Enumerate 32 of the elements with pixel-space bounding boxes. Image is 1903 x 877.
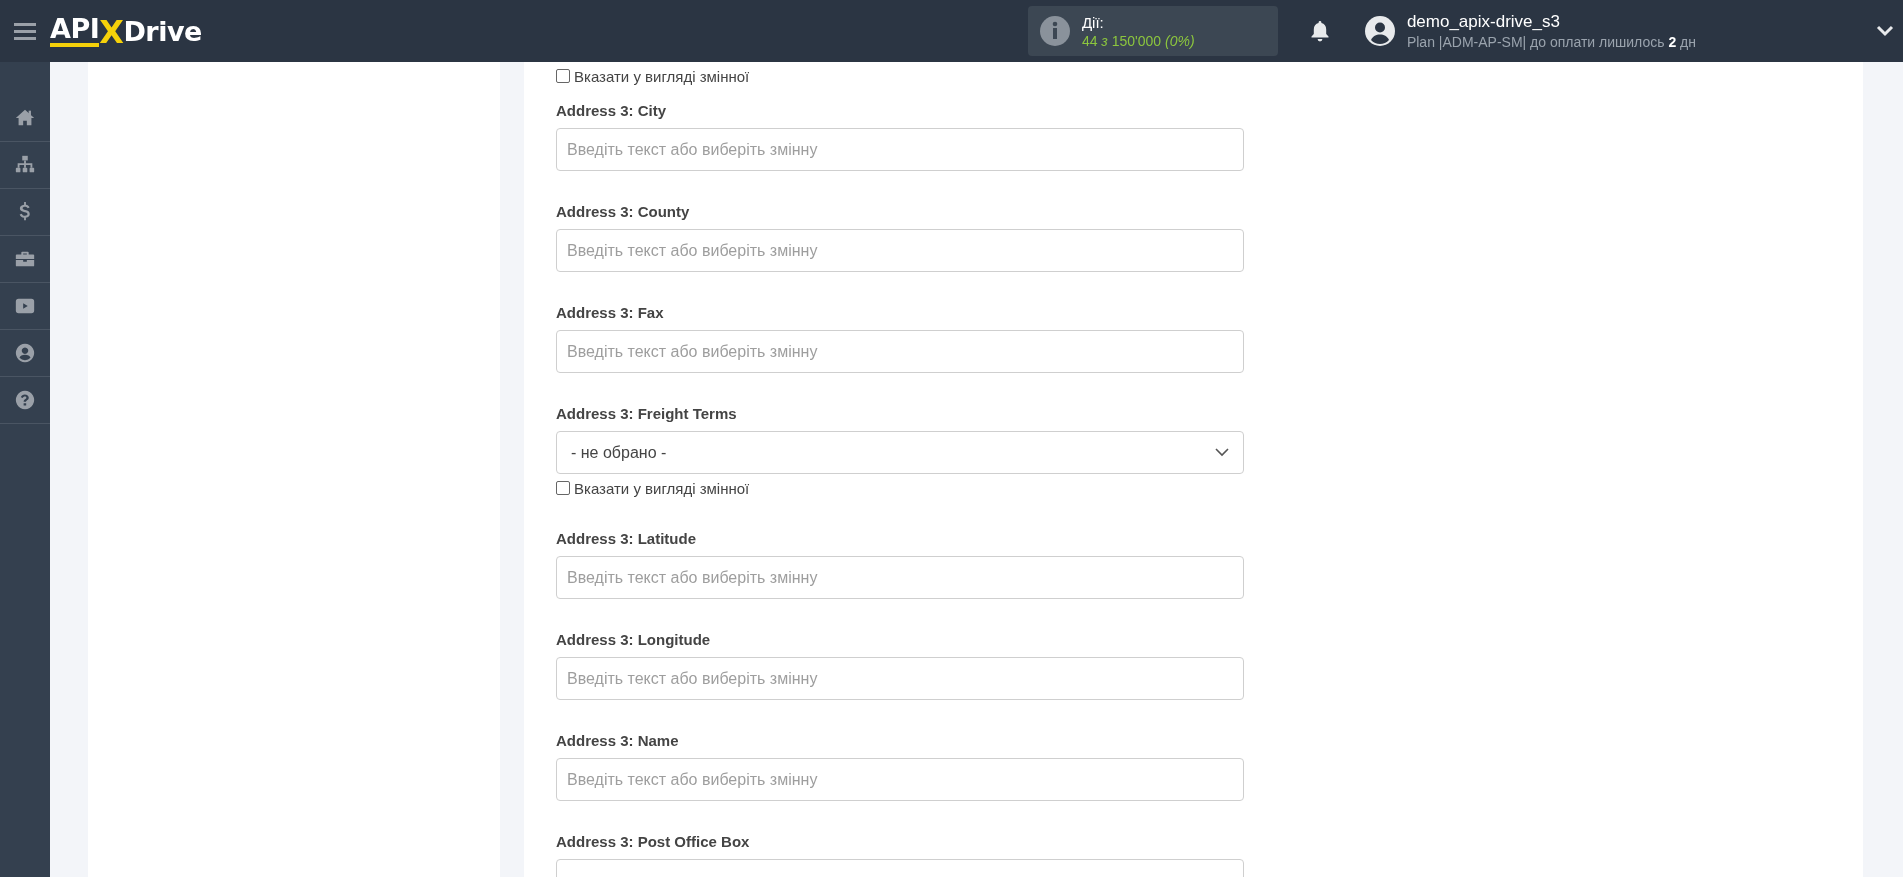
logo-text: API — [50, 15, 100, 47]
actions-usage: 44 з 150'000 (0%) — [1081, 32, 1195, 49]
field-label: Address 3: Fax — [556, 304, 665, 321]
checkbox-label: Вказати у вигляді змінної — [574, 67, 750, 85]
input-field[interactable]: Введіть текст або виберіть змінну — [556, 229, 1244, 272]
actions-label: Дії: — [1081, 13, 1105, 31]
input-field[interactable]: Введіть текст або виберіть змінну — [556, 128, 1244, 171]
logo-text: X — [99, 17, 124, 47]
input-field[interactable]: Введіть текст або виберіть змінну — [556, 330, 1244, 373]
logo-text: Drive — [123, 17, 202, 47]
menu-icon[interactable] — [14, 22, 36, 40]
field-label: Address 3: Name — [556, 732, 680, 749]
checkbox[interactable] — [556, 69, 570, 83]
info-icon — [1039, 16, 1070, 46]
avatar-icon[interactable] — [1364, 16, 1395, 46]
field-label: Address 3: County — [556, 203, 691, 220]
field-label: Address 3: City — [556, 102, 668, 119]
user-icon[interactable] — [14, 342, 36, 364]
checkbox-label: Вказати у вигляді змінної — [574, 479, 750, 497]
input-field[interactable]: Введіть текст або виберіть змінну — [556, 556, 1244, 599]
field-label: Address 3: Longitude — [556, 631, 712, 648]
checkbox[interactable] — [556, 481, 570, 495]
help-icon[interactable] — [14, 389, 36, 411]
plan-info: Plan |ADM-AP-SM| до оплати лишилось 2 дн — [1406, 34, 1696, 50]
field-label: Address 3: Post Office Box — [556, 833, 751, 850]
chevron-down-icon[interactable] — [1215, 448, 1229, 457]
input-field[interactable]: Введіть текст або виберіть змінну — [556, 758, 1244, 801]
user-name[interactable]: demo_apix-drive_s3 — [1406, 12, 1696, 32]
field-label: Address 3: Latitude — [556, 530, 698, 547]
select-dropdown[interactable]: - не обрано - — [556, 431, 1244, 474]
input-field[interactable]: Введіть текст або виберіть змінну — [556, 657, 1244, 700]
field-label: Address 3: Freight Terms — [556, 405, 738, 422]
